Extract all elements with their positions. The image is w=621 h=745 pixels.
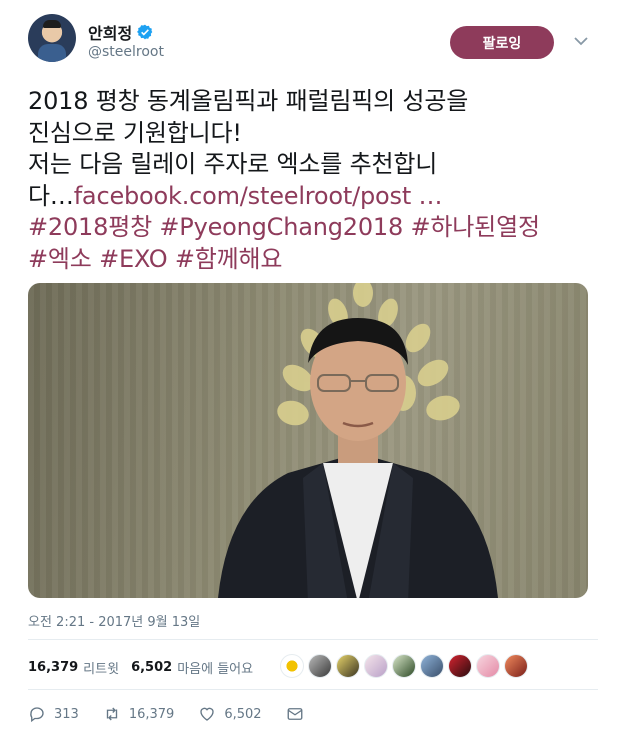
tweet-text-fragment: 다… [28, 181, 74, 210]
chevron-down-icon[interactable] [574, 36, 588, 46]
speaker-figure [218, 318, 498, 598]
liker-avatar[interactable] [308, 654, 332, 678]
hashtag-link[interactable]: #PyeongChang2018 [159, 213, 403, 241]
tweet-actions: 313 16,379 6,502 [28, 703, 328, 725]
liker-avatar[interactable] [392, 654, 416, 678]
liker-avatar[interactable] [364, 654, 388, 678]
tweet-timestamp[interactable]: 오전 2:21 - 2017년 9월 13일 [28, 611, 200, 630]
tweet-stats: 16,379 리트윗 6,502 마음에 들어요 [28, 655, 265, 679]
author-display-name[interactable]: 안희정 [88, 20, 132, 44]
envelope-icon [287, 708, 302, 720]
direct-message-action[interactable] [286, 705, 304, 723]
following-button[interactable]: 팔로잉 [450, 26, 554, 59]
retweet-count: 16,379 [128, 706, 175, 722]
hashtag-link[interactable]: #EXO [99, 245, 167, 273]
hashtag-link[interactable]: #엑소 [28, 245, 92, 273]
reply-action[interactable]: 313 [28, 705, 79, 723]
liker-avatar[interactable] [280, 654, 304, 678]
liker-avatar[interactable] [504, 654, 528, 678]
tweet-video[interactable] [28, 283, 588, 598]
verified-badge-icon [137, 24, 153, 40]
retweets-stat[interactable]: 16,379 리트윗 [28, 658, 119, 677]
likes-stat[interactable]: 6,502 마음에 들어요 [131, 658, 253, 677]
hashtag-link[interactable]: #2018평창 [28, 213, 152, 241]
tweet-text: 2018 평창 동계올림픽과 패럴림픽의 성공을 진심으로 기원합니다! 저는 … [28, 86, 598, 275]
divider [28, 689, 598, 690]
retweets-count: 16,379 [28, 659, 79, 675]
liker-avatar[interactable] [448, 654, 472, 678]
tweet-text-line: 2018 평창 동계올림픽과 패럴림픽의 성공을 [28, 87, 469, 115]
tweet-header: 안희정 @steelroot 팔로잉 [28, 14, 598, 68]
hashtag-link[interactable]: #하나된열정 [411, 213, 541, 241]
like-count: 6,502 [224, 706, 262, 722]
tweet-text-line: 진심으로 기원합니다! [28, 118, 242, 147]
tweet-text-line: 다…facebook.com/steelroot/post … [28, 181, 598, 213]
author-handle[interactable]: @steelroot [88, 44, 164, 60]
like-action[interactable]: 6,502 [198, 705, 262, 723]
liker-avatar[interactable] [420, 654, 444, 678]
heart-icon [200, 707, 215, 721]
author-avatar[interactable] [28, 14, 76, 62]
hashtag-row: #엑소 #EXO #함께해요 [28, 244, 598, 276]
hashtag-row: #2018평창 #PyeongChang2018 #하나된열정 [28, 212, 598, 244]
author-name-row[interactable]: 안희정 [88, 20, 153, 44]
retweet-icon [106, 707, 118, 721]
liker-avatar[interactable] [476, 654, 500, 678]
likes-label: 마음에 들어요 [177, 661, 254, 677]
hashtag-link[interactable]: #함께해요 [175, 245, 283, 273]
facebook-link[interactable]: facebook.com/steelroot/post … [74, 182, 443, 210]
retweet-action[interactable]: 16,379 [103, 705, 175, 723]
divider [28, 639, 598, 640]
liker-avatar[interactable] [336, 654, 360, 678]
likes-count: 6,502 [131, 659, 173, 675]
reply-count: 313 [54, 706, 79, 722]
tweet-text-line: 저는 다음 릴레이 주자로 엑소를 추천합니 [28, 150, 438, 178]
retweets-label: 리트윗 [83, 661, 120, 677]
reply-icon [30, 707, 44, 723]
likers-avatars [280, 654, 528, 678]
